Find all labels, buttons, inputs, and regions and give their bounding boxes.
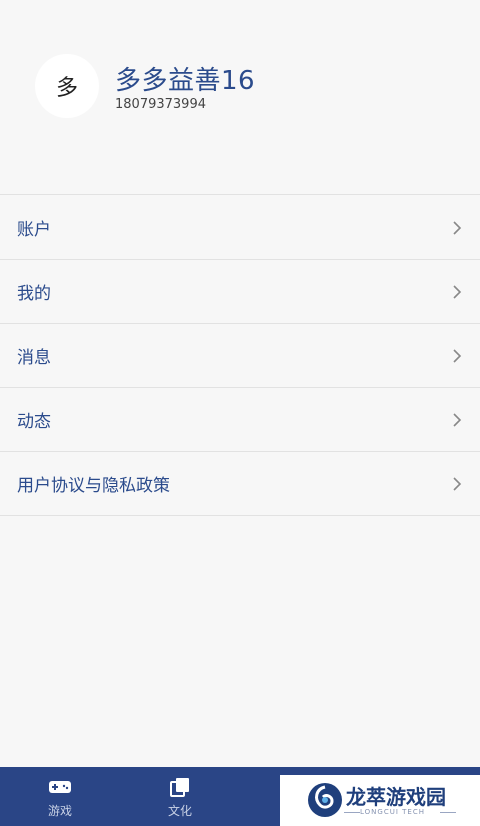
menu-item-label: 我的 — [17, 284, 51, 304]
tab-label: 文化 — [167, 804, 192, 818]
profile-header: 多 多多益善16 18079373994 — [0, 0, 480, 195]
menu-item-messages[interactable]: 消息 — [0, 324, 480, 388]
avatar-text: 多 — [55, 76, 78, 101]
tab-games[interactable]: 游戏 — [30, 767, 90, 826]
gamepad-icon — [49, 781, 71, 793]
watermark-title: 龙萃游戏园 — [346, 785, 446, 809]
watermark-logo: 龙萃游戏园 LONGCUI TECH — [280, 775, 480, 826]
tab-label: 游戏 — [47, 804, 72, 818]
menu-item-label: 账户 — [17, 220, 51, 240]
cards-icon — [170, 778, 189, 797]
menu-item-label: 用户协议与隐私政策 — [17, 476, 170, 496]
menu-item-label: 消息 — [17, 348, 51, 368]
user-phone: 18079373994 — [115, 97, 206, 112]
swirl-logo-icon — [308, 783, 342, 817]
tab-culture[interactable]: 文化 — [150, 767, 210, 826]
menu-item-label: 动态 — [17, 412, 51, 432]
avatar[interactable]: 多 — [35, 54, 99, 118]
menu-item-activity[interactable]: 动态 — [0, 388, 480, 452]
watermark-subtitle: LONGCUI TECH — [360, 808, 425, 816]
chevron-right-icon — [453, 348, 462, 363]
chevron-right-icon — [453, 412, 462, 427]
divider — [344, 812, 360, 813]
menu-item-mine[interactable]: 我的 — [0, 260, 480, 324]
settings-menu: 账户 我的 消息 动态 用户协议与隐私政策 — [0, 196, 480, 516]
menu-item-privacy[interactable]: 用户协议与隐私政策 — [0, 452, 480, 516]
menu-item-account[interactable]: 账户 — [0, 196, 480, 260]
chevron-right-icon — [453, 284, 462, 299]
divider — [440, 812, 456, 813]
chevron-right-icon — [453, 476, 462, 491]
user-name: 多多益善16 — [115, 66, 256, 96]
chevron-right-icon — [453, 220, 462, 235]
